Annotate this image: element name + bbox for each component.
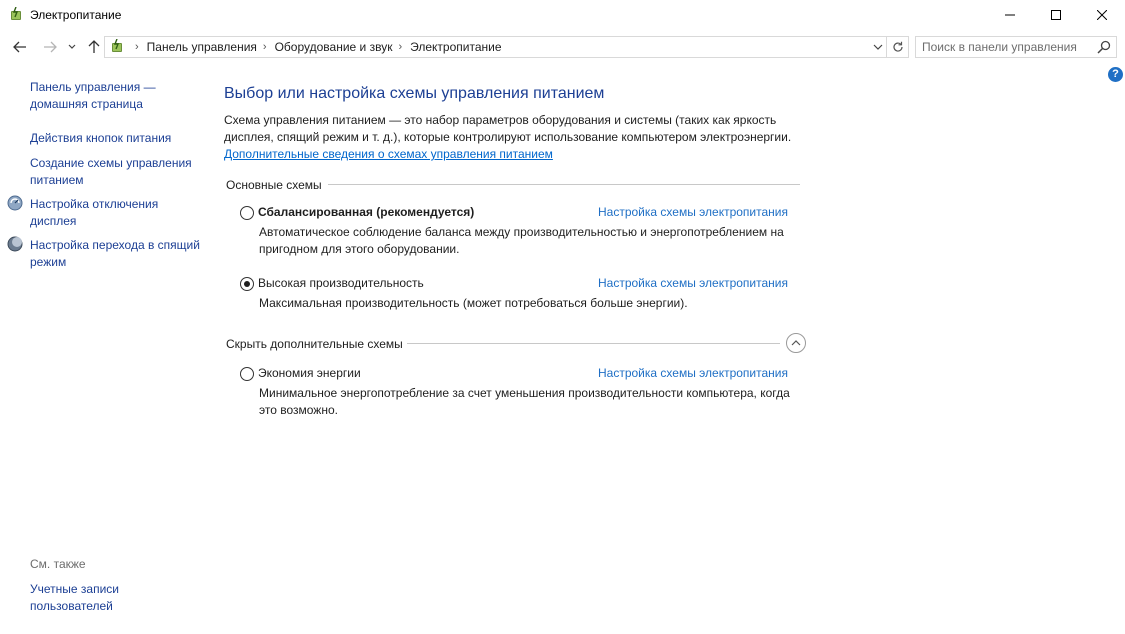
plan-description-balanced: Автоматическое соблюдение баланса между … <box>259 225 784 256</box>
search-box[interactable] <box>915 36 1117 58</box>
plan-name-high-performance[interactable]: Высокая производительность <box>258 276 424 290</box>
search-input[interactable] <box>916 37 1094 57</box>
group-divider <box>407 343 780 344</box>
navigation-bar: › Панель управления › Оборудование и зву… <box>0 33 1125 61</box>
primary-plans-header: Основные схемы <box>226 178 322 192</box>
intro-text: Схема управления питанием — это набор па… <box>224 113 792 144</box>
breadcrumb-hardware-sound[interactable]: Оборудование и звук <box>275 40 393 54</box>
arrow-up-icon <box>88 40 100 53</box>
more-info-link[interactable]: Дополнительные сведения о схемах управле… <box>224 147 553 161</box>
forward-button[interactable] <box>40 37 60 57</box>
title-bar: Электропитание <box>0 0 1125 30</box>
plan-radio-balanced[interactable] <box>240 206 254 220</box>
plan-settings-link-high-performance[interactable]: Настройка схемы электропитания <box>598 276 788 290</box>
sidebar-item-sleep[interactable]: Настройка перехода в спящий режим <box>30 237 202 271</box>
breadcrumb-control-panel[interactable]: Панель управления <box>147 40 257 54</box>
plan-description-high-performance: Максимальная производительность (может п… <box>259 296 688 310</box>
close-button[interactable] <box>1079 0 1125 30</box>
maximize-button[interactable] <box>1033 0 1079 30</box>
additional-plans-header[interactable]: Скрыть дополнительные схемы <box>226 337 403 351</box>
help-icon[interactable]: ? <box>1108 67 1123 82</box>
chevron-down-icon <box>873 44 883 50</box>
plan-name-balanced[interactable]: Сбалансированная (рекомендуется) <box>258 205 474 219</box>
power-options-icon <box>8 6 24 23</box>
plan-settings-link-power-saver[interactable]: Настройка схемы электропитания <box>598 366 788 380</box>
up-button[interactable] <box>84 37 104 57</box>
chevron-right-icon[interactable]: › <box>263 41 267 53</box>
chevron-down-icon <box>68 44 76 49</box>
breadcrumb: › Панель управления › Оборудование и зву… <box>129 37 502 57</box>
plan-name-power-saver[interactable]: Экономия энергии <box>258 366 361 380</box>
plan-description-power-saver: Минимальное энергопотребление за счет ум… <box>259 386 790 417</box>
group-divider <box>328 184 800 185</box>
window-title: Электропитание <box>30 8 122 22</box>
sidebar: Панель управления — домашняя страница Де… <box>0 62 210 634</box>
chevron-up-icon <box>791 340 801 346</box>
search-icon[interactable] <box>1097 40 1111 54</box>
plan-radio-power-saver[interactable] <box>240 367 254 381</box>
arrow-right-icon <box>44 41 57 53</box>
chevron-right-icon[interactable]: › <box>135 41 139 53</box>
address-bar[interactable]: › Панель управления › Оборудование и зву… <box>104 36 887 58</box>
monitor-icon <box>7 195 23 211</box>
sidebar-item-display-off[interactable]: Настройка отключения дисплея <box>30 196 202 230</box>
back-button[interactable] <box>10 37 30 57</box>
chevron-right-icon[interactable]: › <box>398 41 402 53</box>
recent-locations-button[interactable] <box>64 37 80 57</box>
refresh-icon <box>892 41 903 52</box>
power-options-icon <box>109 38 125 55</box>
minimize-button[interactable] <box>987 0 1033 30</box>
address-history-dropdown[interactable] <box>869 37 887 57</box>
sidebar-item-power-buttons[interactable]: Действия кнопок питания <box>30 130 202 147</box>
refresh-button[interactable] <box>887 36 909 58</box>
see-also-heading: См. также <box>30 557 86 571</box>
plan-settings-link-balanced[interactable]: Настройка схемы электропитания <box>598 205 788 219</box>
plan-radio-high-performance[interactable] <box>240 277 254 291</box>
arrow-left-icon <box>13 41 26 53</box>
collapse-additional-plans-button[interactable] <box>786 333 806 353</box>
breadcrumb-power-options[interactable]: Электропитание <box>410 40 501 54</box>
sidebar-item-create-plan[interactable]: Создание схемы управления питанием <box>30 155 202 189</box>
moon-icon <box>7 236 23 252</box>
page-title: Выбор или настройка схемы управления пит… <box>224 85 605 102</box>
sidebar-item-user-accounts[interactable]: Учетные записи пользователей <box>30 581 202 615</box>
sidebar-home-link[interactable]: Панель управления — домашняя страница <box>30 79 202 113</box>
